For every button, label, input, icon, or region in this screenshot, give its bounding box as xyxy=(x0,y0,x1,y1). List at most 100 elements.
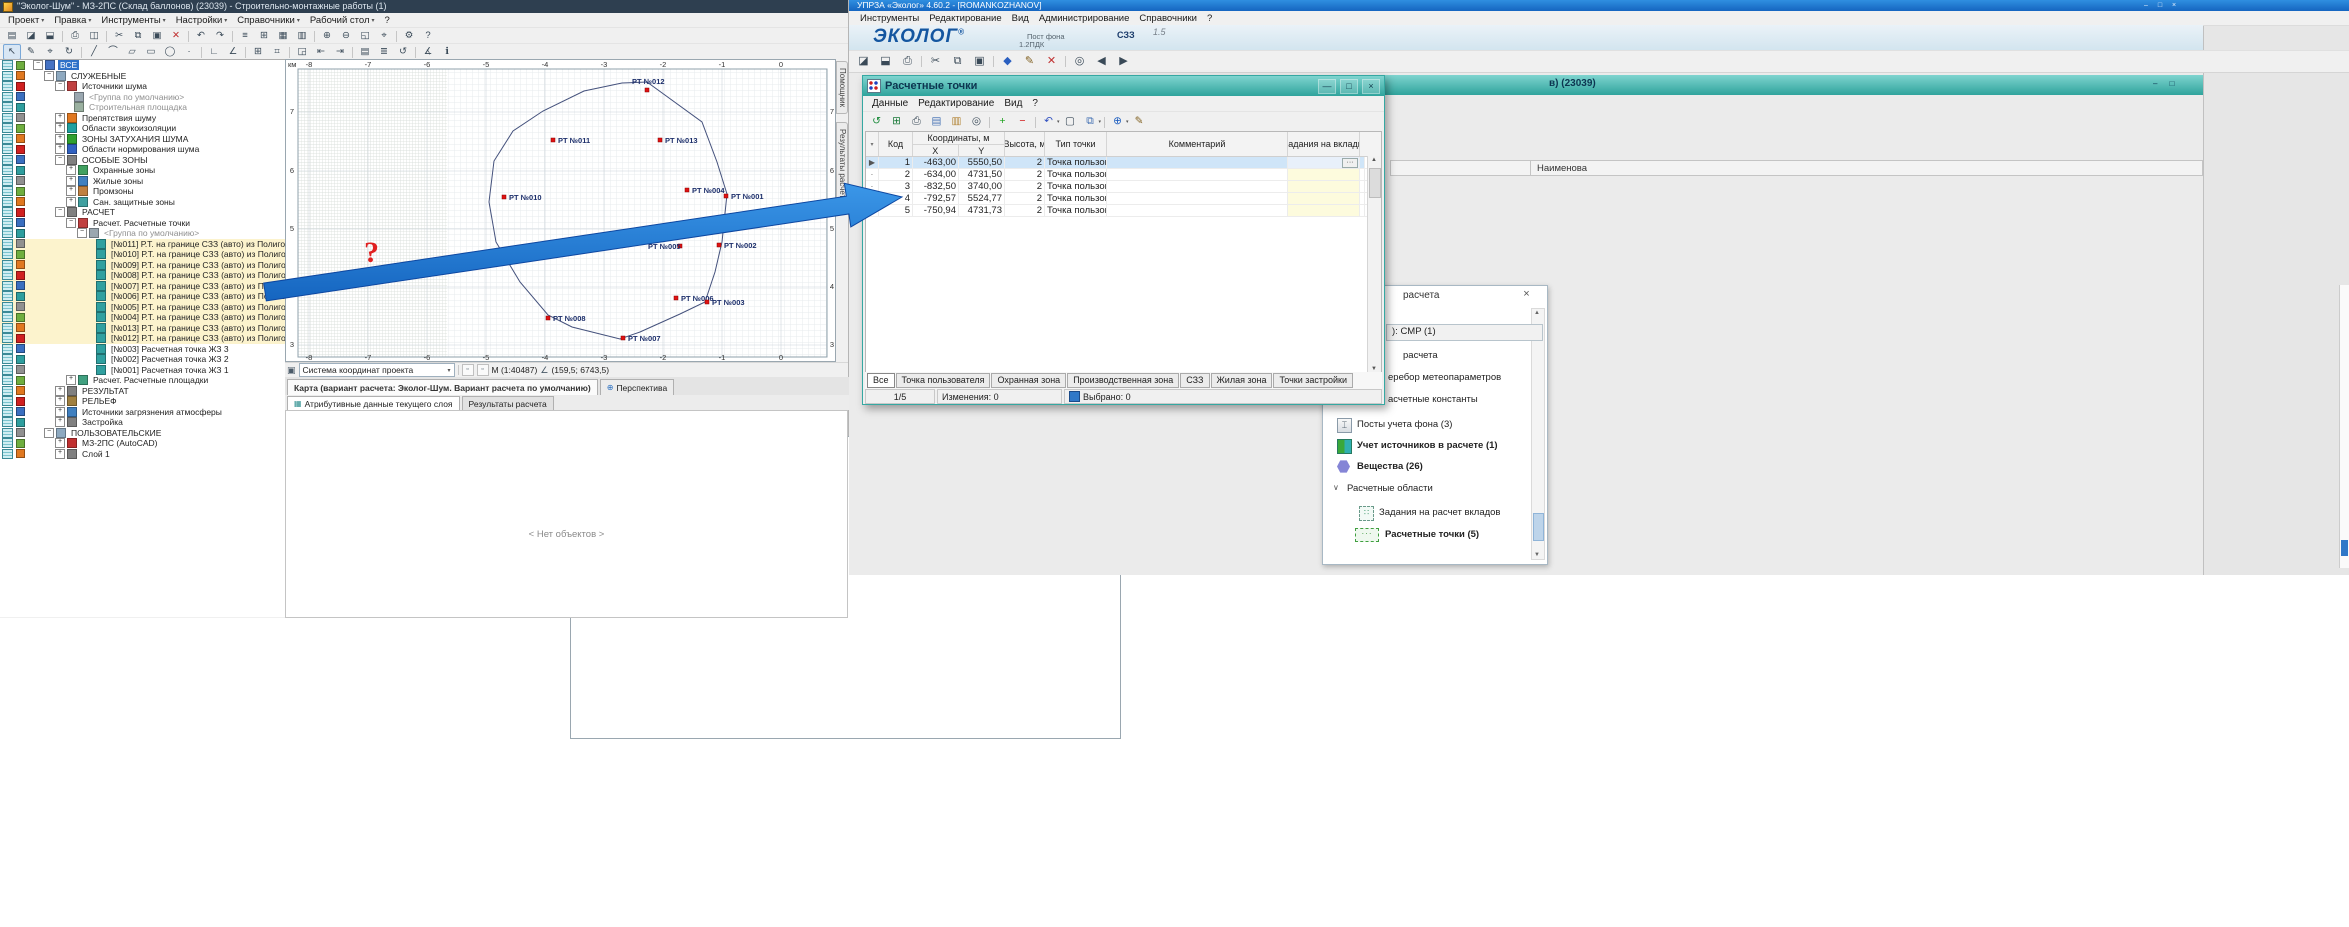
column-header-comment[interactable]: Комментарий xyxy=(1107,132,1288,156)
copy-icon[interactable]: ⧉ xyxy=(1081,113,1100,131)
tab-map[interactable]: ▨ Карта (вариант расчета: Эколог-Шум. Ва… xyxy=(287,379,598,395)
edit-icon[interactable]: ✎ xyxy=(1130,113,1149,131)
close-button[interactable]: × xyxy=(1362,79,1380,94)
draw-line-icon[interactable]: ╱ xyxy=(85,44,103,60)
tree-row[interactable]: +Промзоны xyxy=(0,186,285,197)
tree-expand-toggle[interactable]: − xyxy=(55,155,65,165)
cell-y[interactable]: 5550,50 xyxy=(959,157,1005,168)
cell-height[interactable]: 2 xyxy=(1005,169,1045,180)
chevron-down-icon[interactable]: ∨ xyxy=(1333,483,1339,492)
tree-expand-toggle[interactable]: + xyxy=(55,144,65,154)
search-icon[interactable]: ◎ xyxy=(967,113,986,131)
cell-type[interactable]: Точка пользователя xyxy=(1045,169,1107,180)
tree-row[interactable]: [№008] Р.Т. на границе СЗЗ (авто) из Пол… xyxy=(0,270,285,281)
legend-icon[interactable]: ≣ xyxy=(375,44,393,60)
scrollbar-thumb[interactable] xyxy=(2341,540,2348,556)
background-window-controls[interactable]: – □ xyxy=(2153,79,2180,88)
uprza-menu-item-5[interactable]: ? xyxy=(1202,13,1217,24)
tree-row[interactable]: −Расчет. Расчетные точки xyxy=(0,218,285,229)
tree-row[interactable]: +Сан. защитные зоны xyxy=(0,197,285,208)
dialog-menu-item-1[interactable]: Редактирование xyxy=(913,98,999,109)
map-point[interactable] xyxy=(685,188,689,192)
tree-expand-toggle[interactable]: − xyxy=(55,81,65,91)
grid-icon[interactable]: ⊞ xyxy=(249,44,267,60)
tree-expand-toggle[interactable]: + xyxy=(55,449,65,459)
paste-icon[interactable]: ▣ xyxy=(969,52,990,71)
zoom-extent-icon[interactable]: ◱ xyxy=(356,28,374,44)
draw-point-icon[interactable]: ∙ xyxy=(180,44,198,60)
cut-icon[interactable]: ✂ xyxy=(925,52,946,71)
delete-icon[interactable]: ✕ xyxy=(167,28,185,44)
tree-expand-toggle[interactable]: + xyxy=(55,407,65,417)
tree-row[interactable]: +Области нормирования шума xyxy=(0,144,285,155)
tree-row[interactable]: −Источники шума xyxy=(0,81,285,92)
chevron-down-icon[interactable]: ▾ xyxy=(1099,119,1102,125)
tree-row[interactable]: +РЕЛЬЕФ xyxy=(0,396,285,407)
tree-row[interactable]: +Застройка xyxy=(0,417,285,428)
tree-row[interactable]: [№003] Расчетная точка ЖЗ 3 xyxy=(0,344,285,355)
ruler-icon[interactable]: ∟ xyxy=(205,44,223,60)
filter-tab-0[interactable]: Все xyxy=(867,373,895,388)
filter-tab-4[interactable]: СЗЗ xyxy=(1180,373,1209,388)
noise-menu-item-2[interactable]: Инструменты▾ xyxy=(96,15,170,26)
panel-item-selected[interactable]: ): CMP (1) xyxy=(1386,324,1543,341)
map-point[interactable] xyxy=(705,300,709,304)
cell-tasks[interactable] xyxy=(1288,169,1360,180)
tree-row[interactable]: +Жилые зоны xyxy=(0,176,285,187)
window-title-bar[interactable]: "Эколог-Шум" - МЗ-2ПС (Склад баллонов) (… xyxy=(0,0,848,13)
tree-expand-toggle[interactable]: + xyxy=(55,396,65,406)
scroll-up-icon[interactable]: ▲ xyxy=(1368,157,1380,163)
cell-y[interactable]: 3740,00 xyxy=(959,181,1005,192)
window-controls[interactable]: – □ × xyxy=(2144,0,2180,11)
cell-x[interactable]: -634,00 xyxy=(913,169,959,180)
row-selector[interactable]: · xyxy=(866,193,879,204)
angle-measure-icon[interactable]: ∠ xyxy=(224,44,242,60)
undo-icon[interactable]: ↶ xyxy=(1039,113,1058,131)
tree-expand-toggle[interactable]: − xyxy=(66,218,76,228)
cell-tasks[interactable]: ··· xyxy=(1288,157,1360,168)
panel-item[interactable]: расчета xyxy=(1403,350,1438,361)
chevron-down-icon[interactable]: ▾ xyxy=(1126,119,1129,125)
column-header-tasks[interactable]: Задания на вклады xyxy=(1288,132,1360,156)
column-header-x[interactable]: X xyxy=(913,145,959,157)
table-icon[interactable]: ⊞ xyxy=(255,28,273,44)
select-cursor-icon[interactable]: ↖ xyxy=(3,44,21,60)
redo-icon[interactable]: ↷ xyxy=(211,28,229,44)
tree-expand-toggle[interactable]: + xyxy=(55,134,65,144)
pan-icon[interactable]: ⌖ xyxy=(375,28,393,44)
filter-tab-5[interactable]: Жилая зона xyxy=(1211,373,1273,388)
open-project-icon[interactable]: ◪ xyxy=(22,28,40,44)
save-icon[interactable]: ⬓ xyxy=(875,52,896,71)
zoom-prev-icon[interactable]: ⇤ xyxy=(312,44,330,60)
panel-item[interactable]: Вещества (26) xyxy=(1357,461,1423,472)
panel-item[interactable]: Посты учета фона (3) xyxy=(1357,419,1452,430)
tab-perspective[interactable]: ⊕ Перспектива xyxy=(600,379,674,395)
table-scrollbar[interactable]: ▲ ▼ xyxy=(1367,156,1381,373)
row-selector[interactable]: · xyxy=(866,169,879,180)
cell-comment[interactable] xyxy=(1107,193,1288,204)
map-point[interactable] xyxy=(502,195,506,199)
refresh-icon[interactable]: ↺ xyxy=(394,44,412,60)
tree-row[interactable]: Строительная площадка xyxy=(0,102,285,113)
map-point[interactable] xyxy=(717,243,721,247)
uprza-menu-item-0[interactable]: Инструменты xyxy=(855,13,924,24)
draw-polygon-icon[interactable]: ▱ xyxy=(123,44,141,60)
background-scrollbar[interactable] xyxy=(2339,285,2349,568)
uprza-menu-item-4[interactable]: Справочники xyxy=(1134,13,1202,24)
tree-expand-toggle[interactable]: + xyxy=(66,375,76,385)
tree-row[interactable]: −РАСЧЕТ xyxy=(0,207,285,218)
uprza-menu-item-3[interactable]: Администрирование xyxy=(1034,13,1135,24)
panel-scrollbar[interactable]: ▲ ▼ xyxy=(1531,308,1545,560)
column-header-height[interactable]: Высота, м xyxy=(1005,132,1045,156)
cell-comment[interactable] xyxy=(1107,205,1288,216)
info-icon[interactable]: ℹ xyxy=(438,44,456,60)
measure-icon[interactable]: ∡ xyxy=(419,44,437,60)
delete-icon[interactable]: ✕ xyxy=(1041,52,1062,71)
tree-expand-toggle[interactable]: + xyxy=(55,438,65,448)
dialog-title-bar[interactable]: Расчетные точки — □ × xyxy=(863,76,1384,96)
panel-item[interactable]: Учет источников в расчете (1) xyxy=(1357,440,1498,451)
tree-row[interactable]: +РЕЗУЛЬТАТ xyxy=(0,386,285,397)
tree-expand-toggle[interactable]: + xyxy=(66,176,76,186)
cell-x[interactable]: -832,50 xyxy=(913,181,959,192)
report-icon[interactable]: ▥ xyxy=(293,28,311,44)
